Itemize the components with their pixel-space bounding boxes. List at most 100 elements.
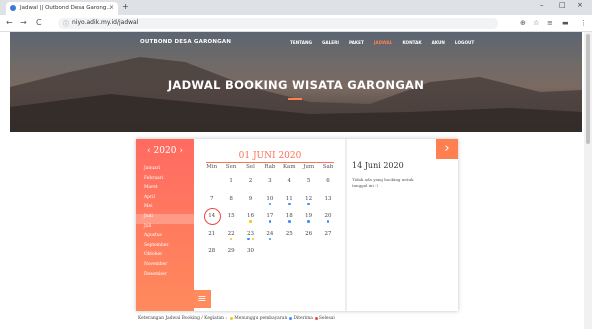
nav-item-kontak[interactable]: KONTAK <box>402 40 421 45</box>
back-icon[interactable]: ← <box>6 18 13 27</box>
profile-icon[interactable]: ▬ <box>562 19 569 27</box>
site-info-icon[interactable]: ⓘ <box>63 19 69 28</box>
calendar-day[interactable]: 15 <box>221 209 240 227</box>
calendar-day-grid: 1 2 3 4 5 6 7 8 9 10 11 12 13 14 15 16 17 18 19 20 21 22 23 24 2… <box>202 174 338 262</box>
calendar-day[interactable]: 18 <box>280 209 299 227</box>
calendar-day[interactable]: 26 <box>299 227 318 245</box>
year-label: 2020 <box>153 146 177 156</box>
calendar-day[interactable]: 5 <box>299 174 318 192</box>
month-item[interactable]: Februari <box>144 176 194 186</box>
calendar-day-number: 17 <box>266 213 274 219</box>
calendar-day-number: 30 <box>246 248 254 254</box>
browser-tab[interactable]: Jadwal || Outbond Desa Garong... × <box>6 2 118 15</box>
accepted-booking-dot <box>288 202 291 205</box>
extensions-icon[interactable]: ≡ <box>547 19 553 27</box>
calendar-day[interactable]: 22 <box>221 227 240 245</box>
window-close-icon[interactable]: × <box>577 1 583 9</box>
calendar-day[interactable]: 3 <box>260 174 279 192</box>
month-item[interactable]: Agustus <box>144 233 194 243</box>
selected-date-heading: 14 Juni 2020 <box>352 161 404 170</box>
calendar-day[interactable]: 17 <box>260 209 279 227</box>
forward-icon[interactable]: → <box>20 18 27 27</box>
pending-payment-dot <box>229 237 233 240</box>
weekday-label: Sab <box>322 164 334 170</box>
month-item[interactable]: Mei <box>144 204 194 214</box>
legend-label: Menunggu pembayaran <box>234 316 288 321</box>
calendar-day[interactable]: 10 <box>260 192 279 210</box>
calendar-day[interactable]: 29 <box>221 244 240 262</box>
minimize-icon[interactable]: – <box>540 1 544 9</box>
calendar-day[interactable]: 19 <box>299 209 318 227</box>
calendar-day[interactable]: 9 <box>241 192 260 210</box>
legend-color-dot <box>230 316 234 320</box>
reload-icon[interactable]: C <box>36 18 42 27</box>
weekday-label: Min <box>206 164 218 170</box>
calendar-day[interactable]: 27 <box>318 227 337 245</box>
calendar-day[interactable]: 7 <box>202 192 221 210</box>
month-item[interactable]: September <box>144 243 194 253</box>
calendar-day[interactable]: 25 <box>280 227 299 245</box>
calendar-title-rule <box>206 162 334 163</box>
calendar-day[interactable]: 30 <box>241 244 260 262</box>
calendar-day[interactable]: 23 <box>241 227 260 245</box>
calendar-day[interactable]: 13 <box>318 192 337 210</box>
page-title: JADWAL BOOKING WISATA GARONGAN <box>167 78 425 92</box>
tab-close-icon[interactable]: × <box>109 4 114 11</box>
maximize-icon[interactable]: □ <box>559 1 566 9</box>
calendar-day[interactable]: 4 <box>280 174 299 192</box>
hamburger-menu-icon[interactable]: ≡ <box>193 290 211 308</box>
new-tab-button[interactable]: + <box>122 2 129 11</box>
nav-item-jadwal[interactable]: JADWAL <box>374 40 393 45</box>
nav-item-galeri[interactable]: GALERI <box>322 40 339 45</box>
calendar-day-number: 23 <box>246 230 254 237</box>
weekday-label: Sen <box>225 164 237 170</box>
browser-menu-icon[interactable]: ⋮ <box>580 19 587 27</box>
month-sidebar: ‹ 2020 › Januari Februari Maret April Mei Jun… <box>136 139 194 311</box>
calendar-day[interactable]: 6 <box>318 174 337 192</box>
nav-item-tentang[interactable]: TENTANG <box>290 40 312 45</box>
month-item[interactable]: Juli <box>144 224 194 234</box>
month-item[interactable]: Desember <box>144 272 194 282</box>
calendar-day[interactable]: 14 <box>202 208 222 227</box>
weekday-label: Kam <box>282 164 296 170</box>
nav-item-paket[interactable]: PAKET <box>349 40 364 45</box>
nav-item-akun[interactable]: AKUN <box>432 40 445 45</box>
month-item[interactable]: Oktober <box>144 252 194 262</box>
calendar-day[interactable]: 11 <box>280 192 299 210</box>
pending-payment-dot <box>251 237 255 240</box>
calendar-day[interactable]: 21 <box>202 227 221 245</box>
booking-detail-message: Tidak ada yang booking untuk tanggal ini… <box>352 177 414 188</box>
calendar-day[interactable]: 2 <box>241 174 260 192</box>
next-month-button[interactable]: › <box>436 139 458 159</box>
nav-item-logout[interactable]: LOGOUT <box>455 40 474 45</box>
calendar-day-number: 26 <box>305 230 313 237</box>
month-item[interactable]: Juni <box>136 213 194 224</box>
zoom-icon[interactable]: ⊕ <box>520 19 526 27</box>
calendar-day-number: 28 <box>208 248 216 254</box>
calendar-day[interactable]: 24 <box>260 227 279 245</box>
calendar-day[interactable]: 12 <box>299 192 318 210</box>
address-bar[interactable]: ⓘ niyo.adik.my.id/jadwal <box>58 18 498 29</box>
calendar-empty-cell <box>299 244 318 262</box>
calendar-day-number: 22 <box>227 230 235 237</box>
calendar-day[interactable]: 28 <box>202 244 221 262</box>
month-item[interactable]: Januari <box>144 166 194 176</box>
accepted-booking-dot <box>247 237 250 240</box>
calendar-day[interactable]: 16 <box>241 209 260 227</box>
calendar-day[interactable]: 20 <box>318 209 337 227</box>
month-item[interactable]: November <box>144 262 194 272</box>
month-item[interactable]: April <box>144 195 194 205</box>
scrollbar-thumb[interactable] <box>586 34 590 144</box>
calendar-day-number: 3 <box>268 178 272 184</box>
weekday-label: Sel <box>246 164 255 170</box>
calendar-day[interactable]: 8 <box>221 192 240 210</box>
next-year-button[interactable]: › <box>179 146 183 156</box>
bookmark-star-icon[interactable]: ☆ <box>533 19 539 27</box>
page-scrollbar[interactable] <box>584 32 592 329</box>
month-item[interactable]: Maret <box>144 185 194 195</box>
site-brand[interactable]: OUTBOND DESA GARONGAN <box>140 39 231 45</box>
calendar-day-number: 4 <box>287 178 292 184</box>
prev-year-button[interactable]: ‹ <box>147 146 151 156</box>
calendar-day[interactable]: 1 <box>221 174 240 192</box>
calendar-title: 01 JUNI 2020 <box>238 151 302 161</box>
